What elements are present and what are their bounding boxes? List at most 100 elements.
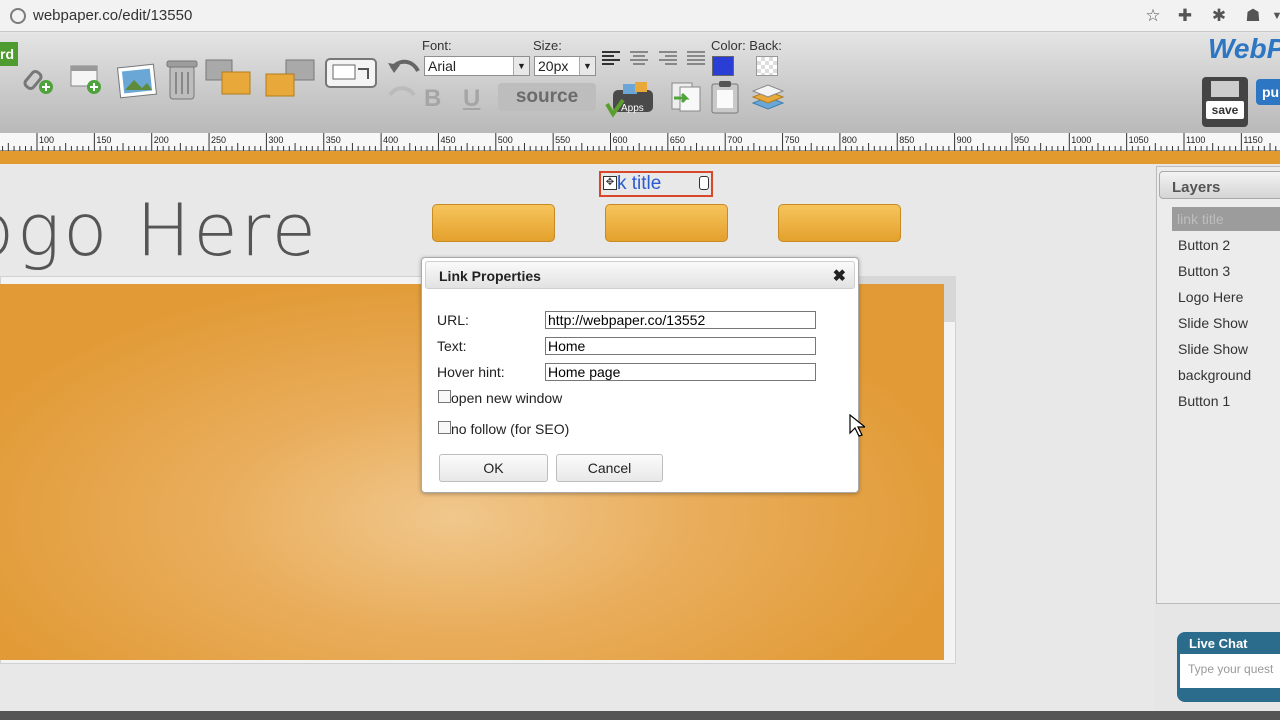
layer-item[interactable]: Slide Show [1173,311,1280,335]
layer-item[interactable]: Button 1 [1173,389,1280,413]
ruler-label: 250 [211,135,226,145]
nofollow-checkbox[interactable] [438,421,451,434]
source-button[interactable]: source [498,83,596,111]
open-new-window-label: open new window [451,390,563,406]
ruler-label: 1050 [1129,135,1149,145]
dialog-title-bar[interactable]: Link Properties ✖ [425,261,855,289]
size-select-value: 20px [538,58,569,74]
chevron-down-icon: ▼ [579,57,595,75]
layer-item[interactable]: Button 2 [1173,233,1280,257]
bottom-bar [0,711,1280,720]
ruler-label: 500 [498,135,513,145]
resize-handle-icon[interactable] [699,176,709,190]
text-field[interactable] [545,337,816,355]
text-color-swatch[interactable] [712,56,734,76]
save-label: save [1206,101,1244,119]
ruler-ticks: 100 150 200 250 300 350 400 450 500 550 600 650 700 7… [2,133,1277,151]
hover-hint-field[interactable] [545,363,816,381]
layer-item[interactable]: link title [1172,207,1280,231]
globe-icon [10,8,26,24]
background-color-swatch[interactable] [756,56,778,76]
chevron-down-icon: ▼ [513,57,529,75]
logo-text[interactable]: ogo Here [0,188,319,272]
dialog-title: Link Properties [439,268,541,284]
align-center-icon[interactable] [630,51,648,67]
nofollow-label: no follow (for SEO) [451,421,570,437]
move-handle-icon[interactable]: ✥ [603,176,617,190]
user-icon[interactable]: ☗ [1243,6,1263,26]
publish-button[interactable]: pu [1256,79,1280,105]
send-backward-icon[interactable] [262,58,320,100]
ruler-label: 200 [154,135,169,145]
ruler-label: 300 [268,135,283,145]
open-new-window-checkbox[interactable] [438,390,451,403]
tab-order-icon[interactable] [324,57,378,91]
live-chat-input[interactable]: Type your quest [1180,654,1280,688]
close-icon[interactable]: ✖ [833,266,846,286]
page-top-band [0,151,1280,164]
ruler-label: 400 [383,135,398,145]
nav-button-1[interactable] [432,204,555,242]
align-left-icon[interactable] [602,51,620,67]
layers-stack-icon[interactable] [750,83,786,113]
size-select[interactable]: 20px ▼ [534,56,596,76]
link-title-text: k title [617,173,662,194]
apps-label: Apps [621,103,644,114]
layers-header: Layers [1159,171,1280,199]
link-title-element[interactable]: ✥ k title [599,171,713,197]
nav-button-3[interactable] [778,204,901,242]
wizard-tab[interactable]: rd [0,42,18,66]
layers-panel: Layers link title Button 2 Button 3 Logo… [1156,166,1280,604]
hover-hint-label: Hover hint: [437,364,505,380]
add-image-icon[interactable] [116,63,158,101]
layer-item[interactable]: Slide Show [1173,337,1280,361]
bring-forward-icon[interactable] [204,58,256,98]
font-select[interactable]: Arial ▼ [424,56,530,76]
ruler: 100 150 200 250 300 350 400 450 500 550 600 650 700 7… [0,133,1280,151]
add-link-icon[interactable] [22,63,56,97]
trash-icon[interactable] [165,58,199,102]
live-chat-widget[interactable]: Live Chat Type your quest H [1177,632,1280,702]
editor-toolbar: rd Font: Arial ▼ Size: 20px ▼ B U source… [0,33,1280,133]
extension-icon[interactable]: ✚ [1175,6,1195,26]
layer-item[interactable]: Logo Here [1173,285,1280,309]
floppy-icon [1211,81,1239,97]
nav-button-2[interactable] [605,204,728,242]
font-label: Font: [422,38,452,53]
ruler-label: 700 [727,135,742,145]
link-properties-dialog: Link Properties ✖ URL: Text: Hover hint:… [421,257,859,493]
copy-page-icon[interactable] [668,80,702,114]
redo-icon[interactable] [386,83,420,101]
ruler-label: 550 [555,135,570,145]
bug-icon[interactable]: ✱ [1209,6,1229,26]
brand-logo: WebPa [1208,33,1280,64]
star-icon[interactable]: ☆ [1143,6,1163,26]
text-label: Text: [437,338,467,354]
url-text[interactable]: webpaper.co/edit/13550 [33,7,192,24]
ruler-label: 850 [899,135,914,145]
ruler-label: 1000 [1071,135,1091,145]
ruler-label: 450 [440,135,455,145]
ruler-label: 100 [39,135,54,145]
save-button[interactable]: save [1202,77,1248,127]
underline-button[interactable]: U [463,85,489,113]
apps-button[interactable]: Apps [605,78,657,118]
clipboard-icon[interactable] [708,79,742,115]
chevron-down-icon[interactable]: ▼ [1267,6,1280,26]
add-box-icon[interactable] [68,61,104,97]
layer-item[interactable]: Button 3 [1173,259,1280,283]
align-right-icon[interactable] [659,51,677,67]
layer-item[interactable]: background [1173,363,1280,387]
undo-icon[interactable] [386,57,420,79]
live-chat-title: Live Chat [1189,636,1248,651]
color-back-label: Color: Back: [711,38,782,53]
mouse-cursor-icon [849,414,865,437]
cancel-button[interactable]: Cancel [556,454,663,482]
ok-button[interactable]: OK [439,454,548,482]
url-label: URL: [437,312,469,328]
justify-icon[interactable] [687,51,705,67]
bold-button[interactable]: B [424,85,450,113]
ruler-label: 350 [326,135,341,145]
ruler-label: 750 [785,135,800,145]
url-field[interactable] [545,311,816,329]
